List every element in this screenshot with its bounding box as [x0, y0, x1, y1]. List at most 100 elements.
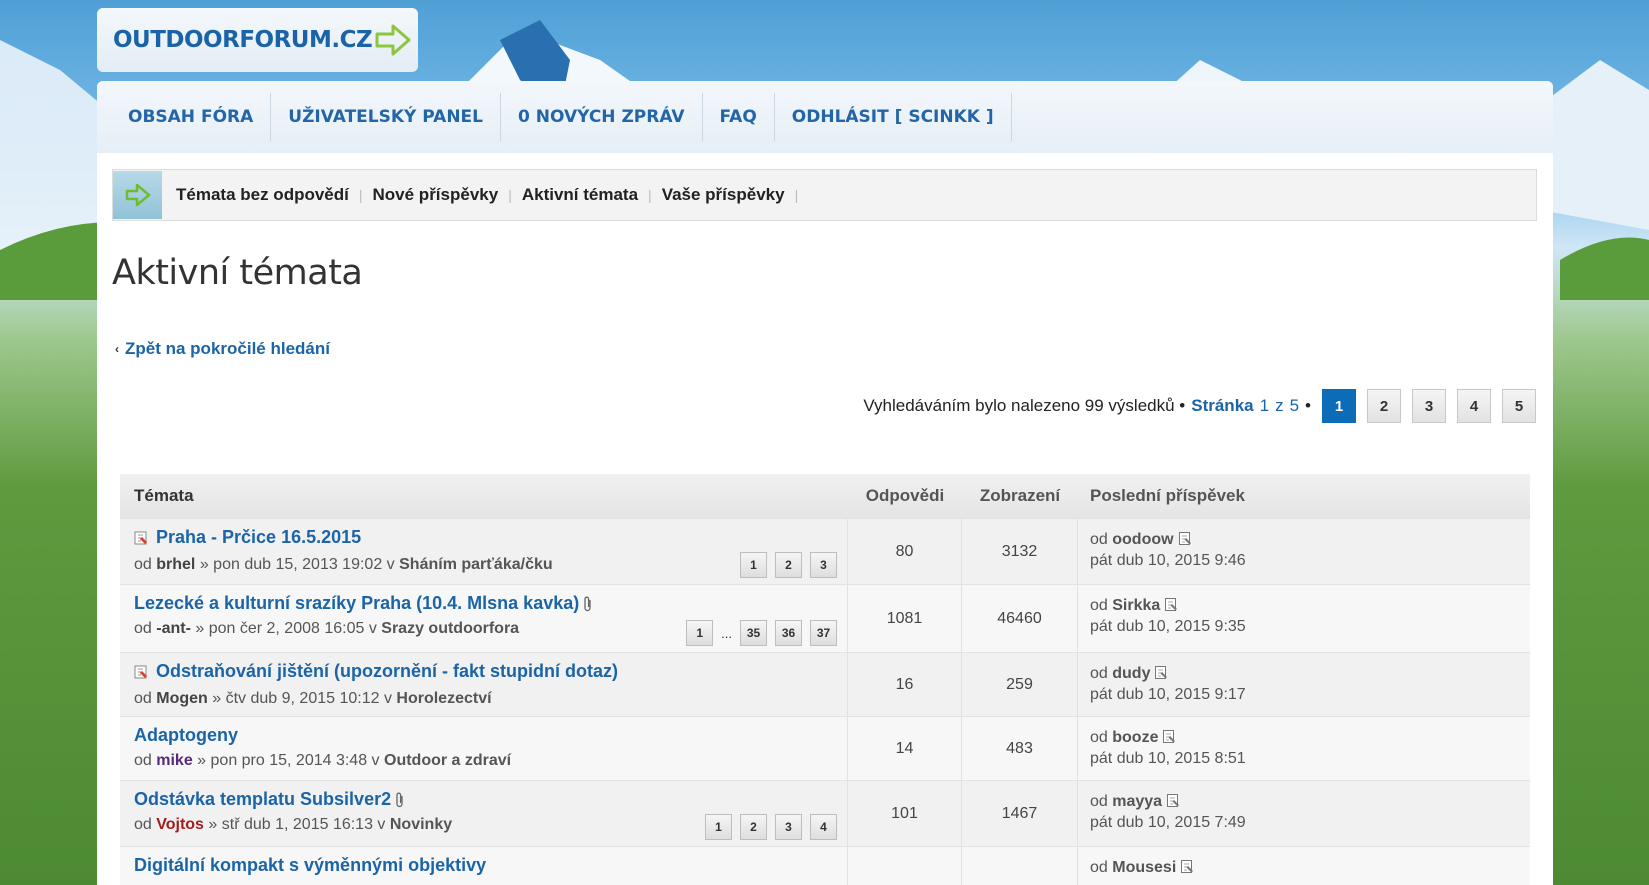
go-to-last-post-icon[interactable]: [1164, 597, 1179, 612]
quicklink-your-posts[interactable]: Vaše příspěvky: [662, 185, 785, 205]
topic-cell: Adaptogeny od mike » pon pro 15, 2014 3:4…: [120, 717, 848, 780]
go-to-last-post-icon[interactable]: [1178, 531, 1193, 546]
by-label: od: [1090, 729, 1108, 746]
last-post-author-link[interactable]: dudy: [1112, 665, 1150, 682]
topic-title-link[interactable]: Adaptogeny: [134, 725, 238, 746]
topic-title-link[interactable]: Odstávka templatu Subsilver2: [134, 789, 405, 810]
forum-link[interactable]: Srazy outdoorfora: [381, 620, 519, 637]
topic-cell: Odstávka templatu Subsilver2 od Vojtos » …: [120, 781, 848, 846]
by-label: od: [134, 620, 152, 637]
views-count: 483: [962, 717, 1078, 780]
topic-page-button[interactable]: 4: [810, 814, 837, 840]
last-post-author-line: od Sirkka: [1090, 595, 1246, 616]
table-row: Praha - Prčice 16.5.2015 od brhel » pon d…: [120, 518, 1530, 584]
views-count: 1467: [962, 781, 1078, 846]
views-count: 3132: [962, 519, 1078, 584]
table-row: Odstraňování jištění (upozornění - fakt …: [120, 652, 1530, 716]
quicklink-new-posts[interactable]: Nové příspěvky: [373, 185, 499, 205]
replies-count: 14: [848, 717, 962, 780]
last-post-author-link[interactable]: Sirkka: [1112, 597, 1160, 614]
forum-link[interactable]: Horolezectví: [396, 690, 491, 707]
page-button-5[interactable]: 5: [1502, 389, 1536, 423]
topic-author-link[interactable]: mike: [156, 752, 192, 769]
last-post-date: pát dub 10, 2015 8:51: [1090, 750, 1246, 767]
nav-board-index[interactable]: OBSAH FÓRA: [111, 93, 272, 141]
topic-page-button[interactable]: 2: [740, 814, 767, 840]
last-post-cell: od mayya pát dub 10, 2015 7:49: [1078, 781, 1246, 846]
go-to-last-post-icon[interactable]: [1162, 729, 1177, 744]
topic-page-button[interactable]: 1: [705, 814, 732, 840]
nav-user-panel[interactable]: UŽIVATELSKÝ PANEL: [271, 93, 501, 141]
hot-topic-icon: [134, 531, 147, 544]
separator: |: [358, 187, 363, 203]
by-label: od: [1090, 665, 1108, 682]
quicklink-active-topics[interactable]: Aktivní témata: [522, 185, 638, 205]
ellipsis: ...: [721, 625, 732, 641]
nav-logout[interactable]: ODHLÁSIT [ SCINKK ]: [775, 93, 1012, 141]
nav-faq[interactable]: FAQ: [703, 93, 775, 141]
topic-title-link[interactable]: Odstraňování jištění (upozornění - fakt …: [134, 661, 618, 682]
by-label: od: [1090, 859, 1108, 876]
page-title: Aktivní témata: [112, 253, 363, 293]
topic-title-text: Odstávka templatu Subsilver2: [134, 789, 392, 809]
quicklink-unanswered[interactable]: Témata bez odpovědí: [176, 185, 349, 205]
topic-date: » pon dub 15, 2013 19:02 v: [199, 555, 395, 573]
table-row: Lezecké a kulturní srazíky Praha (10.4. …: [120, 584, 1530, 652]
topic-page-button[interactable]: 1: [740, 552, 767, 578]
views-count: 259: [962, 653, 1078, 716]
last-post-author-link[interactable]: Mousesi: [1112, 859, 1176, 876]
bullet: •: [1305, 396, 1311, 415]
topic-cell: Praha - Prčice 16.5.2015 od brhel » pon d…: [120, 519, 848, 584]
by-label: od: [134, 555, 152, 573]
go-to-last-post-icon[interactable]: [1166, 793, 1181, 808]
replies-count: 1081: [848, 585, 962, 652]
logo-text: OUTDOORFORUM.CZ: [113, 27, 373, 53]
topic-page-button[interactable]: 1: [686, 620, 714, 646]
arrow-icon: [113, 171, 162, 219]
topic-author-link[interactable]: Mogen: [156, 690, 208, 707]
forum-link[interactable]: Sháním parťáka/čku: [399, 556, 553, 573]
nav-private-messages[interactable]: 0 NOVÝCH ZPRÁV: [501, 93, 703, 141]
topic-meta: od mike » pon pro 15, 2014 3:48 v Outdoo…: [134, 752, 837, 770]
site-logo[interactable]: OUTDOORFORUM.CZ: [97, 8, 418, 72]
go-to-last-post-icon[interactable]: [1154, 665, 1169, 680]
replies-count: 101: [848, 781, 962, 846]
table-row: Digitální kompakt s výměnnými objektivy o…: [120, 846, 1530, 885]
topic-title-link[interactable]: Digitální kompakt s výměnnými objektivy: [134, 855, 486, 876]
forum-link[interactable]: Outdoor a zdraví: [384, 752, 511, 769]
topic-author-link[interactable]: brhel: [156, 556, 195, 573]
topic-page-button[interactable]: 35: [740, 620, 767, 646]
topic-page-button[interactable]: 36: [775, 620, 802, 646]
last-post-cell: od oodoow pát dub 10, 2015 9:46: [1078, 519, 1246, 584]
page-button-3[interactable]: 3: [1412, 389, 1446, 423]
last-post-author-link[interactable]: oodoow: [1112, 531, 1173, 548]
page-button-1[interactable]: 1: [1322, 389, 1356, 423]
page-button-4[interactable]: 4: [1457, 389, 1491, 423]
last-post-cell: od Sirkka pát dub 10, 2015 9:35: [1078, 585, 1246, 652]
go-to-last-post-icon[interactable]: [1180, 859, 1195, 874]
topic-author-link[interactable]: Vojtos: [156, 816, 204, 833]
last-post-author-line: od mayya: [1090, 791, 1246, 812]
topic-date: » stř dub 1, 2015 16:13 v: [208, 816, 386, 833]
last-post-author-link[interactable]: booze: [1112, 729, 1158, 746]
topic-pagination: 1234: [705, 814, 837, 840]
last-post-author-line: od dudy: [1090, 663, 1246, 684]
last-post-author-link[interactable]: mayya: [1112, 793, 1162, 810]
last-post-date: pát dub 10, 2015 9:35: [1090, 618, 1246, 635]
last-post-date: pát dub 10, 2015 9:46: [1090, 552, 1246, 569]
topic-author-link[interactable]: -ant-: [156, 620, 191, 637]
back-to-search-link[interactable]: ‹ Zpět na pokročilé hledání: [115, 339, 330, 359]
topic-cell: Digitální kompakt s výměnnými objektivy: [120, 847, 848, 885]
page-button-2[interactable]: 2: [1367, 389, 1401, 423]
topic-page-button[interactable]: 2: [775, 552, 802, 578]
topic-page-button[interactable]: 37: [810, 620, 837, 646]
last-post-author-line: od Mousesi: [1090, 857, 1195, 878]
topic-title-link[interactable]: Lezecké a kulturní srazíky Praha (10.4. …: [134, 593, 593, 614]
topic-title-link[interactable]: Praha - Prčice 16.5.2015: [134, 527, 361, 548]
topic-page-button[interactable]: 3: [810, 552, 837, 578]
views-count: [962, 847, 1078, 885]
by-label: od: [134, 816, 152, 833]
hot-topic-icon: [134, 665, 147, 678]
topic-page-button[interactable]: 3: [775, 814, 802, 840]
forum-link[interactable]: Novinky: [390, 816, 452, 833]
